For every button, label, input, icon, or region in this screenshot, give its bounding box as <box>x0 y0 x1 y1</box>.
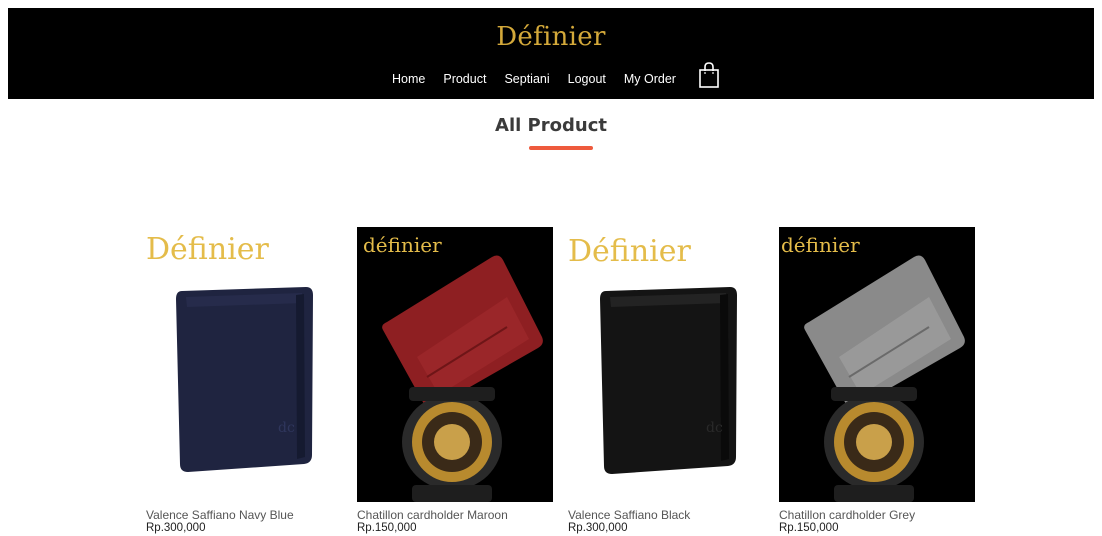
product-image[interactable]: Définier dc <box>568 227 764 502</box>
product-card[interactable]: définier Chatillon cardholder Maroon Rp.… <box>357 227 553 535</box>
product-price: Rp.300,000 <box>146 522 206 534</box>
product-price: Rp.150,000 <box>357 522 417 534</box>
product-image[interactable]: définier <box>779 227 975 502</box>
product-image[interactable]: définier <box>357 227 553 502</box>
product-image-brand: définier <box>781 233 860 257</box>
page-title: All Product <box>495 115 607 136</box>
product-price: Rp.150,000 <box>779 522 839 534</box>
site-header: Définier Home Product Septiani Logout My… <box>8 8 1094 99</box>
main-nav: Home Product Septiani Logout My Order <box>8 62 1094 92</box>
brand-logo[interactable]: Définier <box>8 22 1094 52</box>
product-name[interactable]: Valence Saffiano Black <box>568 508 764 522</box>
nav-user-septiani[interactable]: Septiani <box>504 72 549 86</box>
product-grid: Définier dc Valence Saffiano Navy Blue R… <box>146 227 976 536</box>
nav-product[interactable]: Product <box>443 72 486 86</box>
title-underline <box>529 146 593 150</box>
product-image-brand: définier <box>363 233 442 257</box>
product-image-brand: Définier <box>146 232 269 267</box>
nav-logout[interactable]: Logout <box>568 72 606 86</box>
product-card[interactable]: Définier dc Valence Saffiano Navy Blue R… <box>146 227 342 535</box>
svg-text:dc: dc <box>706 420 723 436</box>
product-price: Rp.300,000 <box>568 522 628 534</box>
svg-text:dc: dc <box>278 420 295 436</box>
product-card[interactable]: Définier dc Valence Saffiano Black Rp.30… <box>568 227 764 535</box>
product-card[interactable]: définier Chatillon cardholder Grey Rp.15… <box>779 227 975 535</box>
nav-my-order[interactable]: My Order <box>624 72 676 86</box>
product-name[interactable]: Chatillon cardholder Maroon <box>357 508 553 522</box>
product-image[interactable]: Définier dc <box>146 227 342 502</box>
product-name[interactable]: Chatillon cardholder Grey <box>779 508 975 522</box>
product-name[interactable]: Valence Saffiano Navy Blue <box>146 508 342 522</box>
shopping-bag-icon[interactable] <box>698 62 720 88</box>
product-image-brand: Définier <box>568 234 691 269</box>
nav-home[interactable]: Home <box>392 72 425 86</box>
